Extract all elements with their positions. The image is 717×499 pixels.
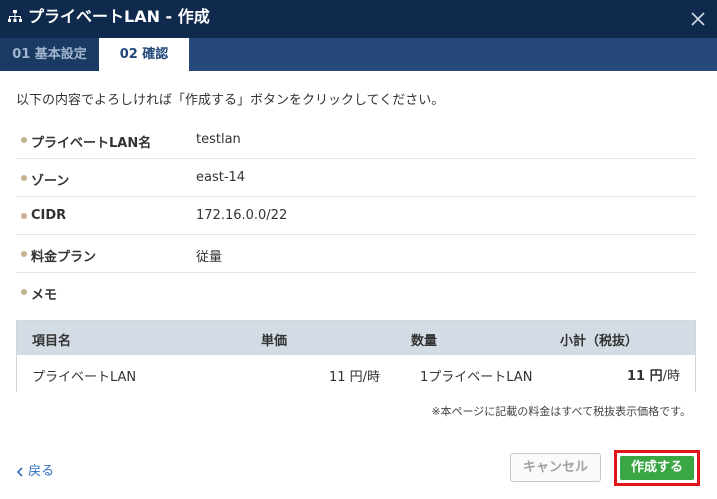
create-private-lan-dialog: プライベートLAN - 作成 01 基本設定 02 確認 以下の内容でよろしけれ… xyxy=(0,0,717,499)
create-button-highlight: 作成する xyxy=(614,450,700,486)
tab-confirm[interactable]: 02 確認 xyxy=(99,38,189,71)
detail-value: testlan xyxy=(196,132,241,147)
subtotal-unit: /時 xyxy=(662,369,680,384)
header-subtotal: 小計（税抜） xyxy=(560,334,639,349)
back-link[interactable]: 戻る xyxy=(16,460,54,479)
detail-value: 従量 xyxy=(196,250,223,265)
pricing-table: 項目名 単価 数量 小計（税抜） プライベートLAN 11 円/時 1プライベー… xyxy=(16,320,696,392)
cell-item: プライベートLAN xyxy=(32,370,137,385)
close-button[interactable] xyxy=(679,0,717,38)
detail-row-plan: 料金プラン 従量 xyxy=(16,235,696,273)
detail-row-zone: ゾーン east-14 xyxy=(16,159,696,197)
chevron-left-icon xyxy=(16,466,23,477)
header-quantity: 数量 xyxy=(411,334,438,349)
detail-label: CIDR xyxy=(31,208,67,223)
network-icon xyxy=(8,10,22,22)
detail-label: プライベートLAN名 xyxy=(31,136,152,151)
dialog-title: プライベートLAN - 作成 xyxy=(28,7,210,26)
detail-label: ゾーン xyxy=(31,174,70,189)
detail-row-cidr: CIDR 172.16.0.0/22 xyxy=(16,197,696,235)
header-unit-price: 単価 xyxy=(261,334,288,349)
cell-quantity: 1プライベートLAN xyxy=(420,370,533,385)
dialog-header: プライベートLAN - 作成 xyxy=(0,0,717,38)
close-icon xyxy=(691,12,705,26)
header-item: 項目名 xyxy=(32,334,72,349)
bullet-icon xyxy=(21,289,27,295)
detail-row-memo: メモ xyxy=(16,273,696,311)
intro-text: 以下の内容でよろしければ「作成する」ボタンをクリックしてください。 xyxy=(16,93,445,108)
cell-unit-price: 11 円/時 xyxy=(329,370,381,385)
bullet-icon xyxy=(21,175,27,181)
cancel-button[interactable]: キャンセル xyxy=(510,453,601,482)
bullet-icon xyxy=(21,213,27,219)
tax-note: ※本ページに記載の料金はすべて税抜表示価格です。 xyxy=(431,405,691,418)
detail-label: 料金プラン xyxy=(31,250,97,265)
create-button[interactable]: 作成する xyxy=(620,456,694,480)
step-tabs: 01 基本設定 02 確認 xyxy=(0,38,717,71)
detail-value: east-14 xyxy=(196,170,246,185)
detail-value: 172.16.0.0/22 xyxy=(196,208,288,223)
pricing-table-header: 項目名 単価 数量 小計（税抜） xyxy=(17,321,695,355)
subtotal-amount: 11 円 xyxy=(626,369,663,384)
detail-label: メモ xyxy=(31,288,58,303)
back-label: 戻る xyxy=(28,464,55,479)
bullet-icon xyxy=(21,251,27,257)
detail-row-lan-name: プライベートLAN名 testlan xyxy=(16,121,696,159)
tab-basic-settings[interactable]: 01 基本設定 xyxy=(0,38,99,71)
bullet-icon xyxy=(21,137,27,143)
cell-subtotal: 11 円/時 xyxy=(627,365,680,384)
table-row: プライベートLAN 11 円/時 1プライベートLAN 11 円/時 xyxy=(17,355,695,392)
